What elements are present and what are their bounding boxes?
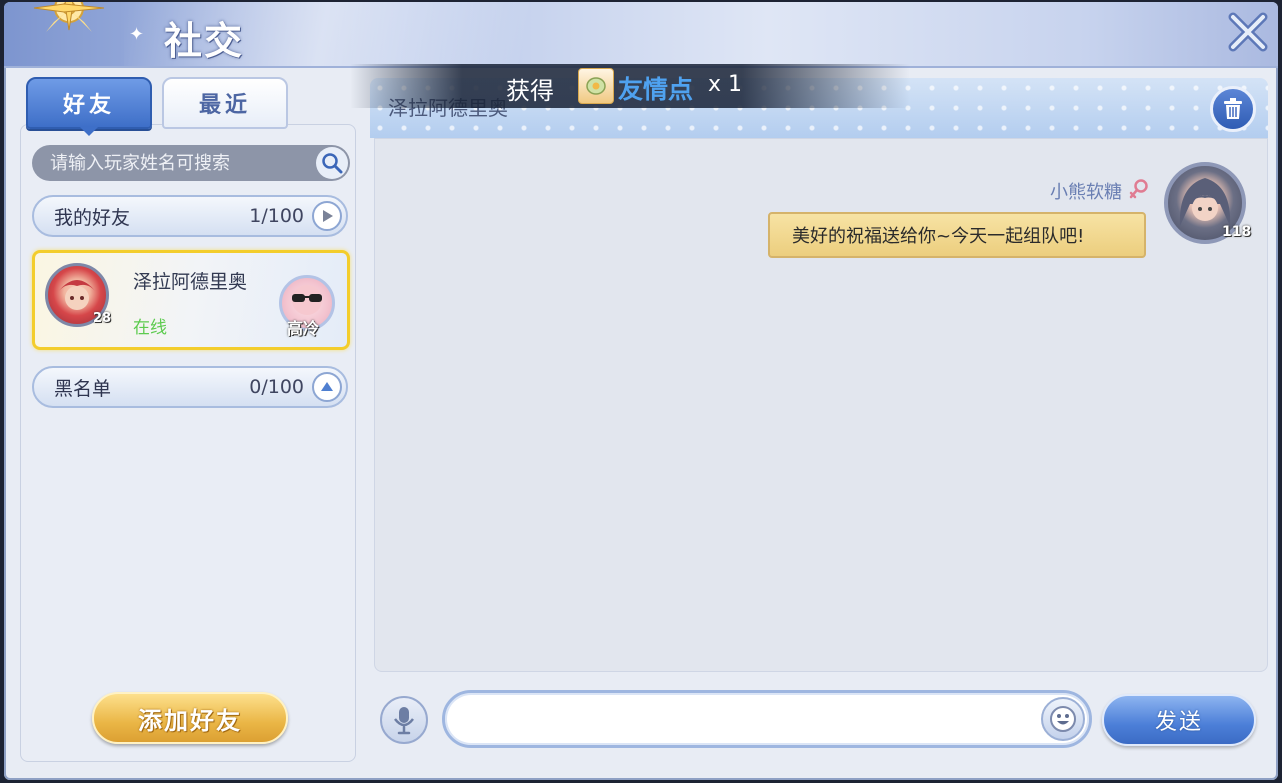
friend-card[interactable]: 28 泽拉阿德里奥 在线 高冷 — [32, 250, 350, 350]
page-title: 社交 — [164, 18, 245, 63]
chat-message-bubble: 美好的祝福送给你~今天一起组队吧! — [768, 212, 1146, 258]
play-arrow-icon — [312, 201, 342, 231]
friend-status: 在线 — [133, 318, 167, 338]
tab-recent[interactable]: 最近 — [162, 77, 288, 129]
chat-message-input[interactable] — [463, 703, 1027, 737]
toast-quantity: x 1 — [708, 72, 743, 97]
sparkle-icon: ✦ — [129, 24, 145, 45]
search-icon — [322, 153, 343, 174]
close-button[interactable] — [1226, 10, 1270, 54]
triangle-up-icon — [312, 372, 342, 402]
compass-star-icon — [33, 2, 105, 32]
search-bar — [32, 145, 350, 181]
voice-input-button[interactable] — [380, 696, 428, 744]
emoji-icon — [1050, 706, 1076, 732]
emoji-button[interactable] — [1041, 697, 1085, 741]
female-icon — [1129, 179, 1148, 199]
group-label: 我的好友 — [54, 206, 131, 229]
group-blacklist[interactable]: 黑名单 0/100 — [32, 366, 348, 408]
group-count: 1/100 — [249, 205, 304, 227]
trash-icon — [1224, 98, 1242, 119]
title-badge-label: 高冷 — [287, 319, 320, 338]
chat-input-container — [442, 690, 1092, 748]
toast-prefix: 获得 — [506, 77, 554, 105]
search-button[interactable] — [316, 147, 348, 179]
sender-level-badge: 118 — [1222, 224, 1252, 240]
message-sender-name: 小熊软糖 — [1050, 182, 1122, 203]
friendship-point-icon — [578, 68, 614, 104]
add-friend-button[interactable]: 添加好友 — [92, 692, 288, 744]
group-label: 黑名单 — [54, 377, 112, 400]
toast-item-name: 友情点 — [618, 75, 694, 104]
tab-friends[interactable]: 好友 — [26, 77, 152, 136]
level-badge: 28 — [93, 311, 112, 326]
search-input[interactable] — [48, 151, 312, 175]
close-icon — [1228, 12, 1268, 52]
group-count: 0/100 — [249, 376, 304, 398]
window-header: ✦ 社交 — [4, 2, 1278, 68]
group-my-friends[interactable]: 我的好友 1/100 — [32, 195, 348, 237]
reward-toast: 获得 友情点 x 1 — [350, 64, 910, 108]
social-window: ✦ 社交 好友 最近 我的好友 1/100 — [4, 2, 1278, 780]
send-button[interactable]: 发送 — [1102, 694, 1256, 746]
clear-chat-button[interactable] — [1210, 86, 1256, 132]
microphone-icon — [394, 707, 414, 735]
friend-name: 泽拉阿德里奥 — [133, 271, 248, 293]
